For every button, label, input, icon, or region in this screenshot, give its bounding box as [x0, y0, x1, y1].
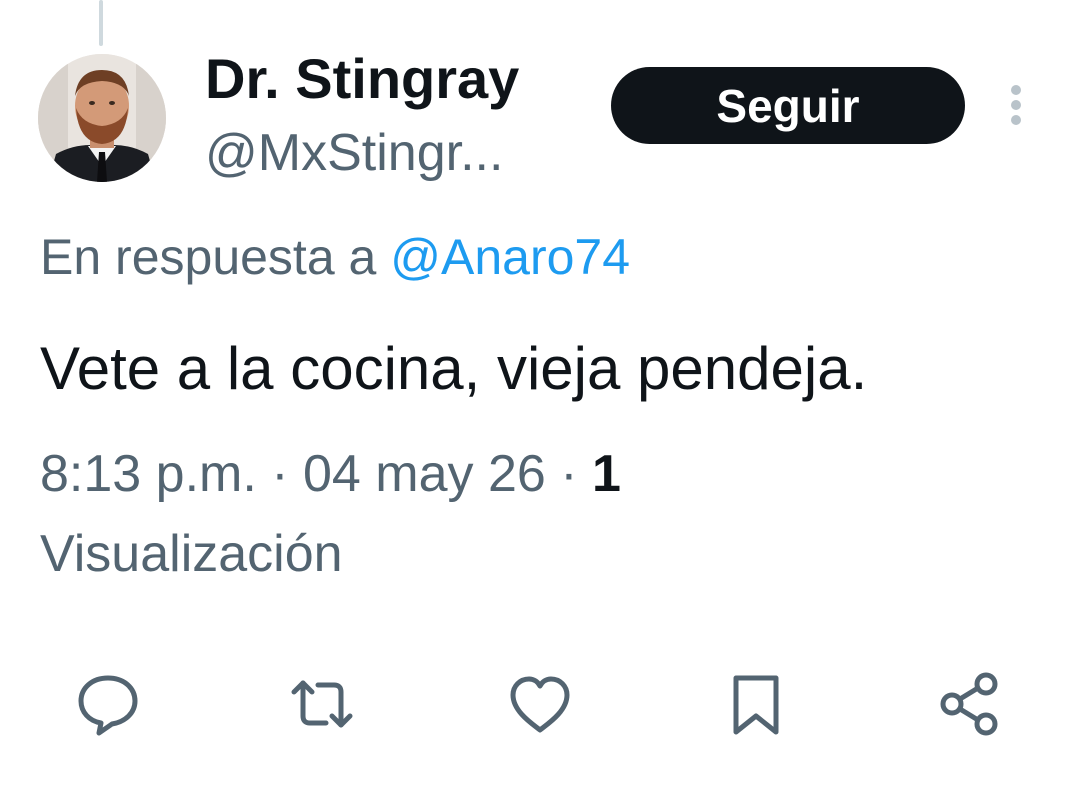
meta-separator: · — [256, 445, 304, 503]
reply-button[interactable] — [72, 668, 144, 740]
author-handle[interactable]: @MxStingr... — [205, 118, 503, 188]
reply-context: En respuesta a @Anaro74 — [40, 222, 630, 292]
views-label: Visualización — [40, 525, 343, 583]
repost-icon — [291, 680, 353, 728]
reply-context-prefix: En respuesta a — [40, 229, 391, 285]
comment-icon — [78, 675, 138, 736]
tweet-date[interactable]: 04 may 26 — [303, 445, 546, 503]
avatar[interactable] — [38, 54, 166, 182]
share-button[interactable] — [934, 668, 1006, 740]
heart-icon — [510, 676, 570, 733]
reply-mention-link[interactable]: @Anaro74 — [390, 229, 630, 285]
meta-separator: · — [545, 445, 593, 503]
tweet-metadata: 8:13 p.m. · 04 may 26 · 1 — [40, 436, 621, 512]
follow-button[interactable]: Seguir — [611, 67, 965, 144]
more-options-icon[interactable] — [1000, 84, 1032, 128]
share-icon — [940, 672, 998, 736]
views-count: 1 — [592, 445, 621, 503]
avatar-image — [38, 54, 166, 182]
tweet-text: Vete a la cocina, vieja pendeja. — [40, 335, 868, 402]
like-button[interactable] — [504, 668, 576, 740]
thread-connector-line — [99, 0, 103, 46]
bookmark-button[interactable] — [720, 668, 792, 740]
tweet-time[interactable]: 8:13 p.m. — [40, 445, 257, 503]
author-display-name[interactable]: Dr. Stingray — [205, 44, 519, 114]
bookmark-icon — [733, 675, 779, 735]
repost-button[interactable] — [286, 668, 358, 740]
